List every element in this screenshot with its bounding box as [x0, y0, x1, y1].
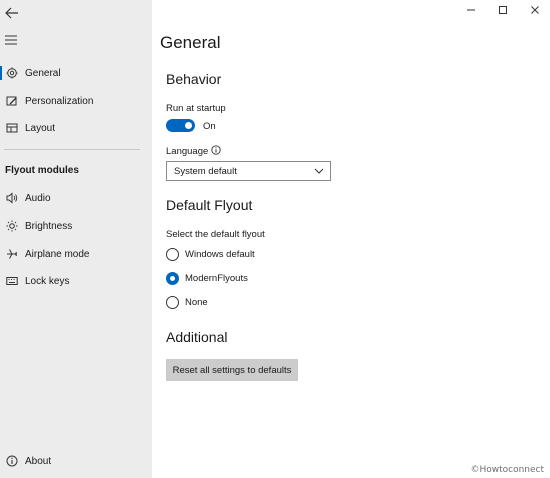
sidebar-item-layout[interactable]: Layout	[0, 115, 152, 141]
language-select[interactable]: System default	[166, 161, 331, 181]
chevron-down-icon	[314, 168, 324, 174]
sidebar-item-general[interactable]: General	[0, 60, 152, 86]
language-label: Language	[166, 146, 209, 157]
maximize-button[interactable]	[488, 2, 518, 18]
radio-label: ModernFlyouts	[185, 272, 248, 284]
minimize-icon	[467, 9, 475, 11]
reset-settings-button[interactable]: Reset all settings to defaults	[166, 359, 298, 381]
sidebar-divider	[4, 149, 140, 150]
toggle-state-label: On	[203, 121, 216, 132]
radio-button[interactable]	[166, 247, 179, 261]
radio-button[interactable]	[166, 295, 179, 309]
minimize-button[interactable]	[456, 2, 486, 18]
run-at-startup-toggle[interactable]	[166, 119, 195, 132]
sidebar-item-label: Brightness	[25, 220, 73, 232]
hamburger-menu-button[interactable]	[4, 33, 20, 47]
keyboard-icon	[5, 274, 19, 288]
sidebar-item-label: General	[25, 67, 61, 79]
sidebar-item-personalization[interactable]: Personalization	[0, 88, 152, 114]
radio-button-checked[interactable]	[166, 271, 179, 285]
layout-icon	[5, 121, 19, 135]
language-label-row: Language	[166, 145, 221, 157]
default-flyout-heading: Default Flyout	[166, 197, 253, 213]
language-select-value: System default	[174, 166, 237, 177]
sidebar-item-lock-keys[interactable]: Lock keys	[0, 268, 152, 294]
maximize-icon	[499, 6, 507, 14]
behavior-heading: Behavior	[166, 71, 222, 87]
sidebar: General Personalization Layout Flyout mo…	[0, 0, 152, 478]
radio-label: None	[185, 296, 208, 308]
sidebar-item-audio[interactable]: Audio	[0, 185, 152, 211]
sidebar-item-label: Lock keys	[25, 275, 70, 287]
page-title: General	[160, 33, 221, 52]
sidebar-item-label: Audio	[25, 192, 51, 204]
additional-heading: Additional	[166, 329, 228, 345]
paint-icon	[5, 94, 19, 108]
sidebar-item-label: Layout	[25, 122, 56, 134]
close-button[interactable]	[520, 2, 550, 18]
back-arrow-icon	[5, 7, 18, 19]
radio-label: Windows default	[185, 248, 255, 260]
gear-icon	[5, 66, 19, 80]
radio-none[interactable]: None	[166, 294, 208, 310]
sidebar-section-title: Flyout modules	[5, 165, 79, 176]
info-icon	[5, 454, 19, 468]
sidebar-item-label: About	[25, 455, 52, 467]
airplane-icon	[5, 247, 19, 261]
watermark: ©Howtoconnect	[470, 465, 544, 475]
audio-icon	[5, 191, 19, 205]
toggle-knob	[185, 122, 192, 129]
radio-windows-default[interactable]: Windows default	[166, 246, 255, 262]
back-button[interactable]	[2, 4, 22, 22]
sidebar-item-about[interactable]: About	[0, 448, 152, 474]
radio-modernflyouts[interactable]: ModernFlyouts	[166, 270, 248, 286]
sidebar-item-label: Personalization	[25, 95, 94, 107]
sidebar-item-label: Airplane mode	[25, 248, 90, 260]
sidebar-item-airplane-mode[interactable]: Airplane mode	[0, 241, 152, 267]
sidebar-item-brightness[interactable]: Brightness	[0, 213, 152, 239]
brightness-icon	[5, 219, 19, 233]
default-flyout-prompt: Select the default flyout	[166, 229, 265, 240]
info-icon[interactable]	[211, 145, 221, 155]
close-icon	[531, 6, 539, 14]
hamburger-icon	[5, 35, 17, 45]
run-at-startup-label: Run at startup	[166, 103, 226, 114]
